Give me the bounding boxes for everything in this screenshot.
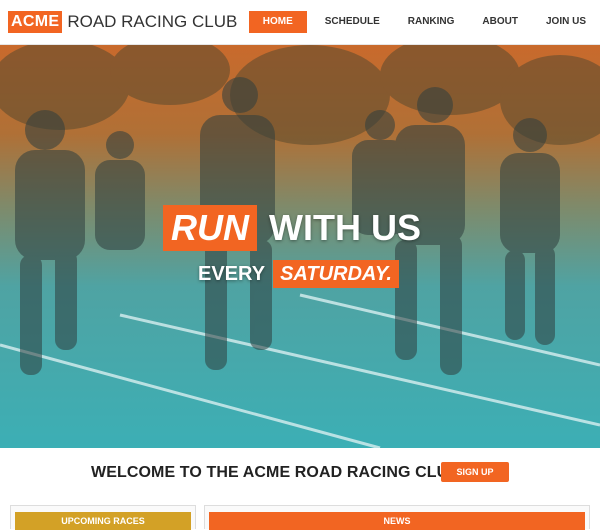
nav-home[interactable]: HOME xyxy=(248,11,307,33)
logo-club-name: ROAD RACING CLUB xyxy=(67,12,238,31)
nav-ranking[interactable]: RANKING xyxy=(394,11,469,33)
welcome-section: WELCOME TO THE ACME ROAD RACING CLUB! SI… xyxy=(0,448,600,498)
upcoming-races-heading: UPCOMING RACES xyxy=(15,512,191,530)
hero-every: EVERY xyxy=(198,263,266,285)
welcome-heading: WELCOME TO THE ACME ROAD RACING CLUB! xyxy=(91,464,466,481)
site-logo[interactable]: ACME ROAD RACING CLUB xyxy=(8,11,237,33)
hero-subheadline: EVERY SATURDAY. xyxy=(198,260,399,288)
main-nav: HOME SCHEDULE RANKING ABOUT JOIN US xyxy=(248,11,600,33)
logo-acme-badge: ACME xyxy=(8,11,63,33)
hero-headline: RUN WITH US xyxy=(163,205,421,251)
sign-up-button[interactable]: SIGN UP xyxy=(441,462,509,482)
upcoming-races-panel: UPCOMING RACES xyxy=(10,505,196,530)
nav-join-us[interactable]: JOIN US xyxy=(532,11,600,33)
hero-saturday-highlight: SATURDAY. xyxy=(273,260,399,288)
news-heading: NEWS xyxy=(209,512,585,530)
nav-about[interactable]: ABOUT xyxy=(468,11,532,33)
hero-banner: RUN WITH US EVERY SATURDAY. xyxy=(0,45,600,448)
site-header: ACME ROAD RACING CLUB HOME SCHEDULE RANK… xyxy=(0,0,600,45)
hero-with-us: WITH US xyxy=(269,207,421,248)
news-panel: NEWS xyxy=(204,505,590,530)
hero-run-highlight: RUN xyxy=(163,205,257,251)
nav-schedule[interactable]: SCHEDULE xyxy=(311,11,394,33)
